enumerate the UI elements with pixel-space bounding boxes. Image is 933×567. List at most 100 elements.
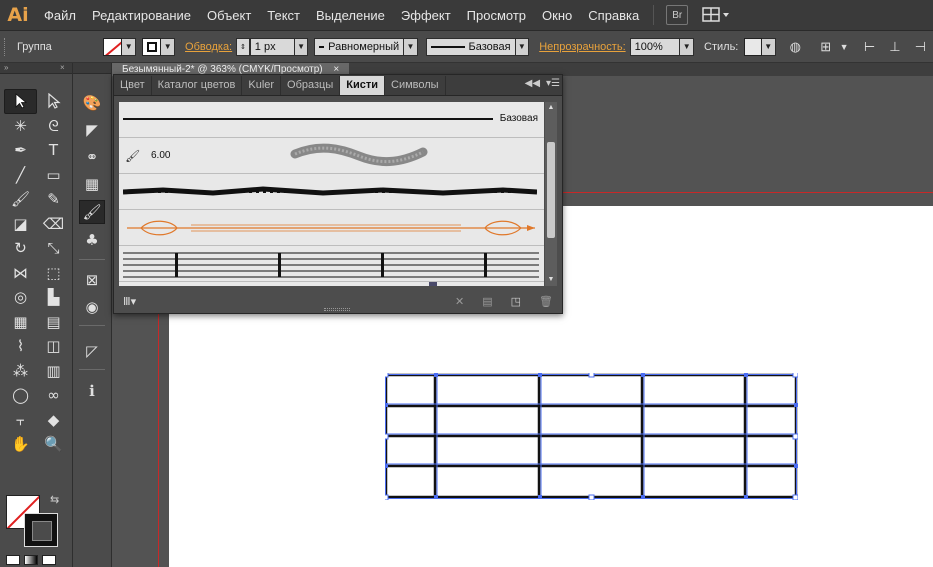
swap-fill-stroke-icon[interactable]: ⇆ bbox=[50, 493, 59, 506]
scroll-down-icon[interactable]: ▼ bbox=[545, 274, 557, 286]
brush-row-bristle[interactable]: 🖌 6.00 bbox=[119, 138, 544, 174]
brushes-icon[interactable]: 🖌 bbox=[79, 200, 105, 224]
panel-menu-icon[interactable]: ▾☰ bbox=[546, 78, 560, 89]
swatches-icon[interactable]: ▦ bbox=[79, 172, 105, 196]
scroll-up-icon[interactable]: ▲ bbox=[545, 102, 557, 114]
tab-kuler[interactable]: Kuler bbox=[242, 76, 282, 95]
recolor-artwork-icon[interactable]: ◍ bbox=[786, 37, 805, 57]
control-bar-grip[interactable] bbox=[4, 37, 7, 56]
align-left-icon[interactable]: ⊢ bbox=[860, 37, 879, 57]
menu-type[interactable]: Текст bbox=[259, 0, 308, 31]
new-brush-icon[interactable]: ◳ bbox=[511, 295, 521, 308]
tab-symbols[interactable]: Символы bbox=[385, 76, 446, 95]
panel-dock-header[interactable] bbox=[73, 63, 111, 74]
hand-tool-icon[interactable]: ✋ bbox=[4, 432, 37, 457]
free-transform-tool-icon[interactable]: ⬚ bbox=[37, 261, 70, 286]
stroke-swatch[interactable] bbox=[141, 37, 162, 56]
stroke-color-swatch[interactable] bbox=[24, 513, 58, 547]
blob-brush-tool-icon[interactable]: ◪ bbox=[4, 212, 37, 237]
paintbrush-tool-icon[interactable]: 🖌 bbox=[4, 187, 37, 212]
pencil-tool-icon[interactable]: ✎ bbox=[37, 187, 70, 212]
shape-builder-tool-icon[interactable]: ◎ bbox=[4, 285, 37, 310]
collapse-panel-icon[interactable]: ◀◀ bbox=[525, 78, 540, 89]
column-graph-tool-icon[interactable]: ▥ bbox=[37, 359, 70, 384]
brush-row-arrow[interactable] bbox=[119, 210, 544, 246]
line-segment-tool-icon[interactable]: ╱ bbox=[4, 163, 37, 188]
align-to-icon[interactable]: ⊞ bbox=[816, 37, 835, 57]
stroke-panel-icon[interactable]: ◸ bbox=[79, 339, 105, 363]
panel-resize-grip[interactable] bbox=[324, 308, 350, 311]
brush-libraries-menu-icon[interactable]: Ⅲ▾ bbox=[123, 295, 136, 308]
transparency-icon[interactable]: ◉ bbox=[79, 295, 105, 319]
menu-file[interactable]: Файл bbox=[36, 0, 84, 31]
symbol-sprayer-tool-icon[interactable]: ⁂ bbox=[4, 359, 37, 384]
zig-tool-icon[interactable]: ⫟ bbox=[4, 408, 37, 433]
scale-tool-icon[interactable]: ⤡ bbox=[37, 236, 70, 261]
menu-view[interactable]: Просмотр bbox=[459, 0, 534, 31]
stroke-weight-field[interactable]: 1 px bbox=[249, 37, 295, 56]
menu-object[interactable]: Объект bbox=[199, 0, 259, 31]
mesh-tool-icon[interactable]: ▦ bbox=[4, 310, 37, 335]
menu-window[interactable]: Окно bbox=[534, 0, 580, 31]
brush-row-charcoal[interactable] bbox=[119, 174, 544, 210]
profile-dropdown[interactable]: ▼ bbox=[404, 37, 418, 56]
eraser-tool-icon[interactable]: ⌫ bbox=[37, 212, 70, 237]
brush-dropdown[interactable]: ▼ bbox=[515, 37, 530, 56]
pathfinder-icon[interactable]: ⊠ bbox=[79, 268, 105, 292]
perspective-grid-tool-icon[interactable]: ▙ bbox=[37, 285, 70, 310]
menu-edit[interactable]: Редактирование bbox=[84, 0, 199, 31]
graphic-style-swatch[interactable] bbox=[744, 37, 762, 56]
info-panel-icon[interactable]: ℹ bbox=[79, 379, 105, 403]
bridge-button[interactable]: Br bbox=[666, 5, 689, 25]
type-tool-icon[interactable]: T bbox=[37, 138, 70, 163]
selected-table-object[interactable] bbox=[385, 373, 798, 500]
tab-brushes[interactable]: Кисти bbox=[340, 76, 386, 95]
brush-row-basic[interactable]: Базовая bbox=[119, 102, 544, 138]
rectangle-tool-icon[interactable]: ▭ bbox=[37, 163, 70, 188]
variable-width-profile-field[interactable]: Равномерный bbox=[314, 37, 405, 56]
scroll-thumb[interactable] bbox=[547, 142, 555, 238]
opacity-dropdown[interactable]: ▼ bbox=[680, 37, 695, 56]
fill-swatch[interactable] bbox=[102, 37, 123, 56]
direct-selection-tool-icon[interactable] bbox=[37, 89, 70, 114]
brush-row-staff[interactable] bbox=[119, 246, 544, 282]
symbols-icon[interactable]: ♣ bbox=[79, 228, 105, 252]
gradient-tool-icon[interactable]: ▤ bbox=[37, 310, 70, 335]
artboard[interactable] bbox=[560, 206, 933, 316]
magic-wand-tool-icon[interactable]: ✳ bbox=[4, 114, 37, 139]
brush-options-icon[interactable]: ▤ bbox=[482, 295, 492, 308]
rotate-tool-icon[interactable]: ↻ bbox=[4, 236, 37, 261]
eraser-alt-tool-icon[interactable]: ◆ bbox=[37, 408, 70, 433]
slice-tool-icon[interactable]: ∞ bbox=[37, 383, 70, 408]
color-guide-icon[interactable]: 🎨 bbox=[79, 91, 105, 115]
eyedropper-tool-icon[interactable]: ⌇ bbox=[4, 334, 37, 359]
delete-brush-icon[interactable]: 🗑 bbox=[539, 295, 553, 308]
brush-definition-field[interactable]: Базовая bbox=[425, 37, 516, 56]
align-right-icon[interactable]: ⊣ bbox=[911, 37, 930, 57]
opacity-field[interactable]: 100% bbox=[629, 37, 681, 56]
brush-list-scrollbar[interactable]: ▲ ▼ bbox=[545, 102, 557, 286]
tab-swatches[interactable]: Образцы bbox=[281, 76, 341, 95]
menu-effect[interactable]: Эффект bbox=[393, 0, 459, 31]
collapse-tools-icon[interactable]: » bbox=[4, 63, 8, 72]
tab-color-guide[interactable]: Каталог цветов bbox=[152, 76, 243, 95]
tab-color[interactable]: Цвет bbox=[114, 76, 152, 95]
arrange-documents-button[interactable] bbox=[702, 5, 732, 25]
close-tools-icon[interactable]: × bbox=[60, 63, 65, 72]
color-mode-button[interactable] bbox=[6, 555, 20, 565]
stroke-dropdown[interactable]: ▼ bbox=[161, 37, 176, 56]
gradient-mode-button[interactable] bbox=[24, 555, 38, 565]
stroke-weight-dropdown[interactable]: ▼ bbox=[294, 37, 309, 56]
remove-brush-stroke-icon[interactable]: ✕ bbox=[455, 295, 464, 308]
pen-tool-icon[interactable]: ✒ bbox=[4, 138, 37, 163]
artboard-tool-icon[interactable]: ◯ bbox=[4, 383, 37, 408]
fill-dropdown[interactable]: ▼ bbox=[122, 37, 137, 56]
graphic-style-dropdown[interactable]: ▼ bbox=[761, 37, 776, 56]
menu-help[interactable]: Справка bbox=[580, 0, 647, 31]
zoom-tool-icon[interactable]: 🔍 bbox=[37, 432, 70, 457]
opacity-panel-link[interactable]: Непрозрачность: bbox=[535, 41, 629, 53]
stroke-weight-stepper[interactable]: ⇕ bbox=[236, 37, 250, 56]
appearance-icon[interactable]: ⚭ bbox=[79, 145, 105, 169]
lasso-tool-icon[interactable]: ᘓ bbox=[37, 114, 70, 139]
selection-tool-icon[interactable] bbox=[4, 89, 37, 114]
